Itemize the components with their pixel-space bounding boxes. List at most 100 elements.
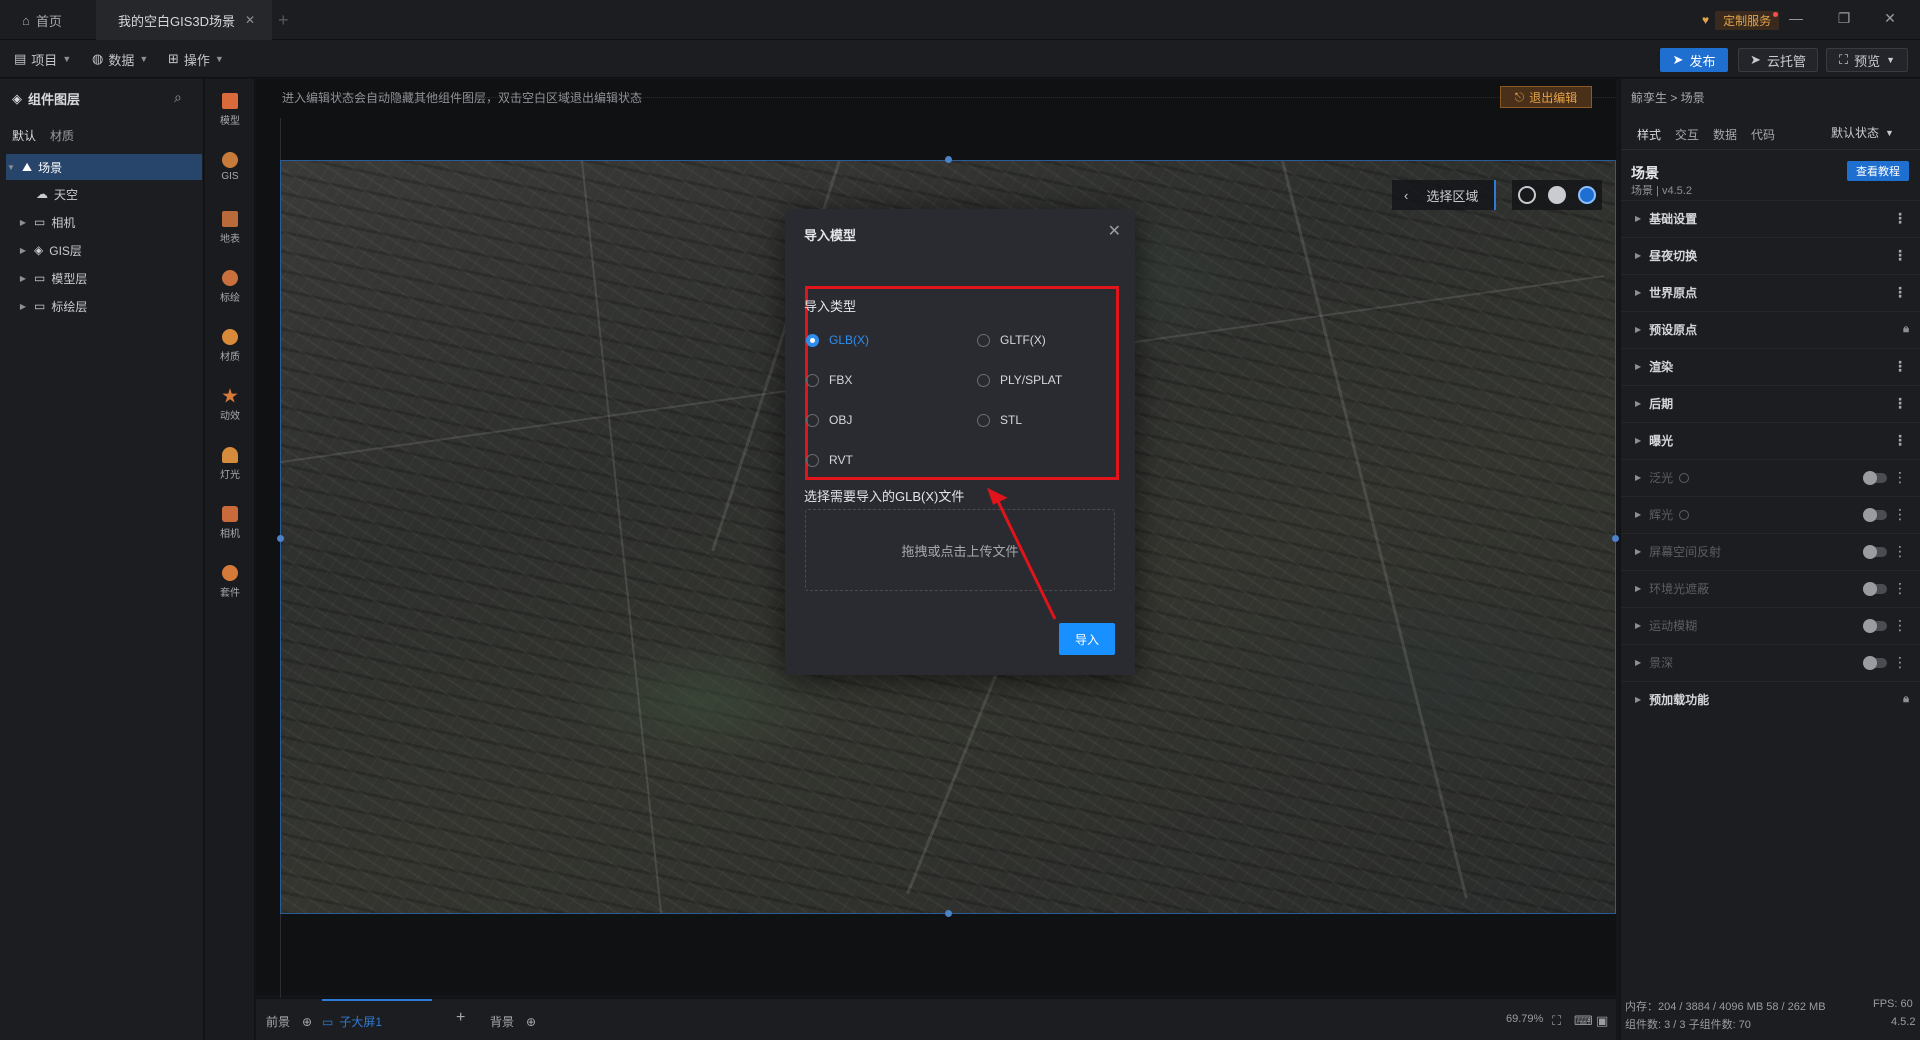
comp-light[interactable]: 灯光: [205, 447, 255, 481]
comp-terrain[interactable]: 地表: [205, 211, 255, 245]
property-section[interactable]: ▶ 预加载功能 🔒︎: [1621, 681, 1920, 717]
view-tutorial-button[interactable]: 查看教程: [1847, 161, 1909, 181]
minimize-icon[interactable]: —: [1786, 10, 1806, 30]
radio-ply-splat[interactable]: PLY/SPLAT: [977, 373, 1062, 387]
more-icon[interactable]: ⋮: [1893, 284, 1907, 301]
tab-sub-screen[interactable]: ▭ 子大屏1: [322, 999, 432, 1030]
caret-right-icon[interactable]: ▶: [18, 274, 28, 283]
add-tab-icon[interactable]: +: [278, 10, 289, 31]
property-section[interactable]: ▶ 辉光 ⋮: [1621, 496, 1920, 532]
sphere-icon[interactable]: [1548, 186, 1566, 204]
tree-item-plot[interactable]: ▶ ▭ 标绘层: [6, 293, 202, 319]
tree-item-gis[interactable]: ▶ ◈ GIS层: [6, 237, 202, 263]
radio-dot[interactable]: [806, 453, 819, 467]
radio-gltfx[interactable]: GLTF(X): [977, 333, 1046, 347]
toggle-switch[interactable]: [1863, 655, 1887, 670]
publish-button[interactable]: ➤ 发布: [1660, 48, 1728, 72]
property-section[interactable]: ▶ 屏幕空间反射 ⋮: [1621, 533, 1920, 569]
comp-gis[interactable]: GIS: [205, 152, 255, 182]
toggle-switch[interactable]: [1863, 470, 1887, 485]
toggle-switch[interactable]: [1863, 581, 1887, 596]
fit-screen-icon[interactable]: ⛶: [1552, 1013, 1561, 1029]
terminal-icon[interactable]: ▣: [1596, 1013, 1608, 1029]
more-icon[interactable]: ⋮: [1893, 617, 1907, 634]
radio-obj[interactable]: OBJ: [806, 413, 852, 427]
globe-outline-icon[interactable]: [1518, 186, 1536, 204]
import-button[interactable]: 导入: [1059, 623, 1115, 655]
tree-item-camera[interactable]: ▶ ▭ 相机: [6, 209, 202, 235]
custom-service-button[interactable]: ♥ 定制服务: [1702, 10, 1780, 30]
caret-right-icon[interactable]: ▶: [18, 246, 28, 255]
more-icon[interactable]: ⋮: [1893, 543, 1907, 560]
add-screen-icon[interactable]: +: [456, 1009, 465, 1027]
radio-dot[interactable]: [977, 373, 990, 387]
window-close-icon[interactable]: ✕: [1880, 10, 1900, 30]
add-circle-icon[interactable]: ⊕: [526, 1015, 536, 1029]
property-section[interactable]: ▶ 渲染 ⋮: [1621, 348, 1920, 384]
more-icon[interactable]: ⋮: [1893, 432, 1907, 449]
radio-stl[interactable]: STL: [977, 413, 1022, 427]
select-region-control[interactable]: ‹ 选择区域: [1392, 180, 1496, 210]
tab-default[interactable]: 默认: [12, 127, 36, 144]
toggle-switch[interactable]: [1863, 544, 1887, 559]
caret-down-icon[interactable]: ▼: [6, 163, 16, 172]
more-icon[interactable]: ⋮: [1893, 247, 1907, 264]
comp-kit[interactable]: 套件: [205, 565, 255, 599]
comp-effect[interactable]: 动效: [205, 388, 255, 422]
tab-home[interactable]: ⌂ 首页: [22, 0, 62, 40]
comp-material[interactable]: 材质: [205, 329, 255, 363]
comp-model[interactable]: 模型: [205, 93, 255, 127]
radio-fbx[interactable]: FBX: [806, 373, 852, 387]
tree-item-scene[interactable]: ▼ ⛰ 场景: [6, 154, 202, 180]
resize-handle[interactable]: [945, 156, 952, 163]
toggle-switch[interactable]: [1863, 618, 1887, 633]
more-icon[interactable]: ⋮: [1893, 395, 1907, 412]
orbit-icon[interactable]: [1578, 186, 1596, 204]
help-icon[interactable]: [1679, 509, 1690, 520]
property-section[interactable]: ▶ 预设原点 🔒︎: [1621, 311, 1920, 347]
property-section[interactable]: ▶ 运动模糊 ⋮: [1621, 607, 1920, 643]
radio-dot[interactable]: [806, 373, 819, 387]
state-select[interactable]: 默认状态 ▼: [1831, 124, 1894, 141]
property-section[interactable]: ▶ 曝光 ⋮: [1621, 422, 1920, 458]
close-icon[interactable]: ✕: [245, 13, 255, 27]
property-section[interactable]: ▶ 昼夜切换 ⋮: [1621, 237, 1920, 273]
add-circle-icon[interactable]: ⊕: [302, 1015, 312, 1029]
chevron-left-icon[interactable]: ‹: [1404, 188, 1408, 203]
more-icon[interactable]: ⋮: [1893, 506, 1907, 523]
preview-button[interactable]: ⛶ 预览 ▼: [1826, 48, 1908, 72]
tab-foreground[interactable]: 前景 ⊕: [266, 1013, 312, 1030]
menu-data[interactable]: ◍ 数据 ▼: [92, 49, 148, 69]
radio-dot[interactable]: [806, 413, 819, 427]
property-section[interactable]: ▶ 景深 ⋮: [1621, 644, 1920, 680]
help-icon[interactable]: [1679, 472, 1690, 483]
property-section[interactable]: ▶ 后期 ⋮: [1621, 385, 1920, 421]
lock-icon[interactable]: 🔒︎: [1903, 323, 1909, 336]
toggle-switch[interactable]: [1863, 507, 1887, 522]
menu-project[interactable]: ▤ 项目 ▼: [14, 49, 71, 69]
tree-item-model[interactable]: ▶ ▭ 模型层: [6, 265, 202, 291]
comp-camera[interactable]: 相机: [205, 506, 255, 540]
tab-data[interactable]: 数据: [1713, 126, 1737, 143]
property-section[interactable]: ▶ 基础设置 ⋮: [1621, 200, 1920, 236]
lock-icon[interactable]: 🔒︎: [1903, 693, 1909, 706]
tab-code[interactable]: 代码: [1751, 126, 1775, 143]
search-icon[interactable]: ⌕: [174, 89, 182, 106]
radio-dot[interactable]: [977, 413, 990, 427]
more-icon[interactable]: ⋮: [1893, 654, 1907, 671]
radio-dot[interactable]: [806, 333, 819, 347]
radio-rvt[interactable]: RVT: [806, 453, 853, 467]
caret-right-icon[interactable]: ▶: [18, 218, 28, 227]
tab-material[interactable]: 材质: [50, 127, 74, 144]
file-drop-zone[interactable]: 拖拽或点击上传文件: [805, 509, 1115, 591]
keyboard-icon[interactable]: ⌨: [1574, 1013, 1593, 1029]
property-section[interactable]: ▶ 世界原点 ⋮: [1621, 274, 1920, 310]
more-icon[interactable]: ⋮: [1893, 580, 1907, 597]
tab-interaction[interactable]: 交互: [1675, 126, 1699, 143]
restore-icon[interactable]: ❐: [1834, 10, 1854, 30]
menu-operation[interactable]: ⊞ 操作 ▼: [168, 49, 224, 69]
radio-glbx[interactable]: GLB(X): [806, 333, 869, 347]
more-icon[interactable]: ⋮: [1893, 210, 1907, 227]
more-icon[interactable]: ⋮: [1893, 469, 1907, 486]
resize-handle[interactable]: [945, 910, 952, 917]
